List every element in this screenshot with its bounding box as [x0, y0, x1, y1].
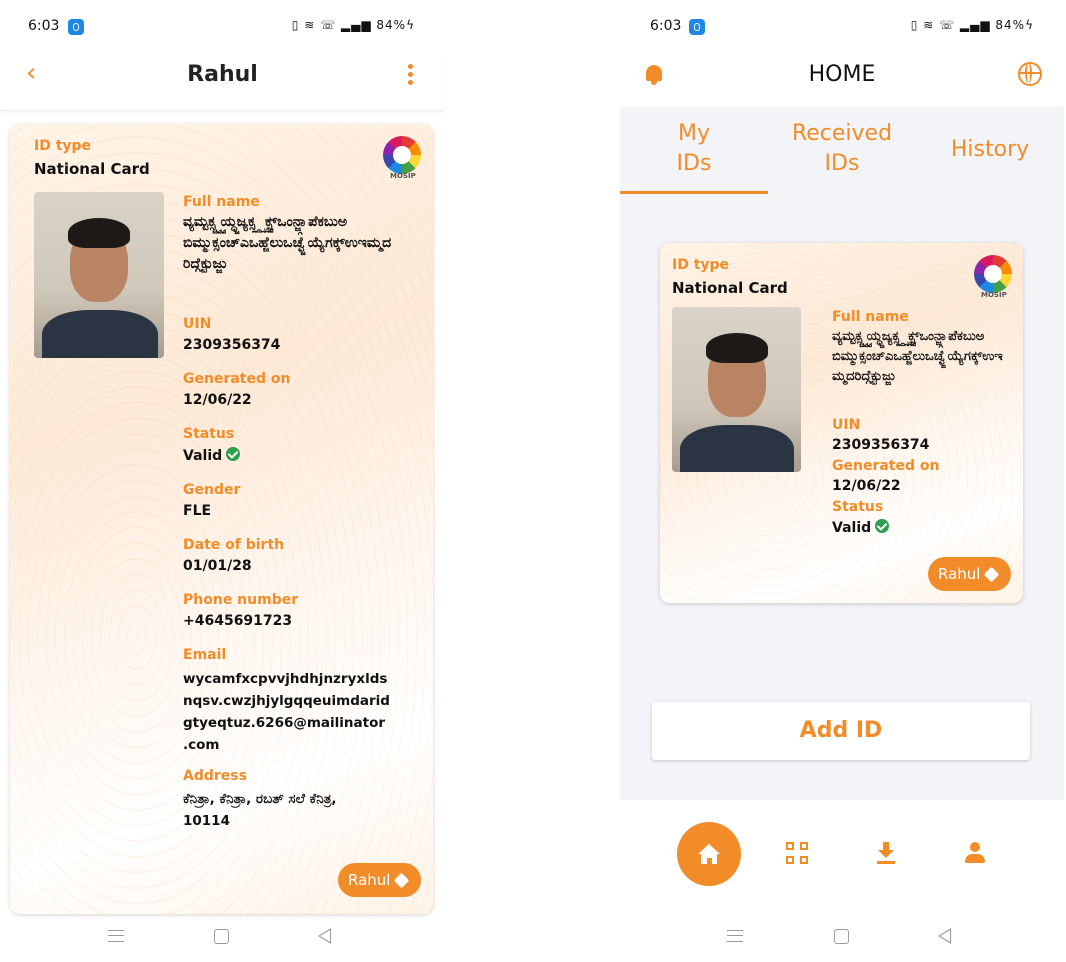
- card-tag-button[interactable]: Rahul: [338, 863, 421, 897]
- qr-scan-icon[interactable]: [786, 842, 810, 866]
- more-options-icon[interactable]: [407, 64, 415, 86]
- phone-label: Phone number: [183, 592, 299, 608]
- full-name-value: ವ್ಯಮ್ಟಕ್ಸ್ಚ್ವ್ವಯ್ಧ್ಜಜ್ಯಕ್ಸ್ಲ್ದ್ಸ್ಸ್ವಕ್ಸ್…: [183, 214, 392, 272]
- uin-value: 2309356374: [832, 437, 930, 453]
- id-card-detail: ID type National Card MOSIP Full name ವ್…: [10, 124, 433, 914]
- generated-on-label: Generated on: [183, 371, 291, 387]
- id-card[interactable]: ID type National Card MOSIP Full name ವ್…: [660, 243, 1023, 603]
- add-id-button[interactable]: Add ID: [652, 702, 1030, 760]
- home-system-icon[interactable]: [214, 929, 229, 944]
- dob-value: 01/01/28: [183, 558, 252, 574]
- active-tab-indicator: [620, 191, 768, 194]
- id-detail-screen: 6:03 ▯ ≋ ☏ ▂▄▆ 84%ϟ ‹ Rahul ID type Nati…: [0, 0, 445, 962]
- battery-level: 84%: [995, 18, 1026, 32]
- phone-value: +4645691723: [183, 613, 293, 629]
- detail-header: ‹ Rahul: [0, 52, 445, 111]
- status-label: Status: [183, 426, 235, 442]
- verified-check-icon: [226, 447, 241, 461]
- download-icon[interactable]: [876, 842, 896, 866]
- id-type-label: ID type: [672, 257, 730, 273]
- gender-value: FLE: [183, 503, 212, 519]
- tag-icon: [984, 566, 1000, 583]
- dob-label: Date of birth: [183, 537, 285, 553]
- profile-photo: [672, 307, 801, 472]
- back-system-icon[interactable]: [318, 928, 331, 944]
- full-name-label: Full name: [183, 194, 260, 210]
- status-bar: 6:03 ▯ ≋ ☏ ▂▄▆ 84%ϟ: [0, 14, 445, 42]
- id-type-value: National Card: [34, 160, 150, 178]
- globe-icon[interactable]: [1018, 62, 1042, 86]
- battery-level: 84%: [376, 18, 407, 32]
- email-value: wycamfxcpvvjhdhjnzryxlds nqsv.cwzjhjylgq…: [183, 671, 390, 753]
- mosip-logo: [974, 255, 1012, 293]
- address-label: Address: [183, 768, 247, 784]
- status-bar: 6:03 ▯ ≋ ☏ ▂▄▆ 84%ϟ: [620, 14, 1064, 42]
- app-notification-icon: [68, 19, 84, 35]
- system-indicators: ▯ ≋ ☏ ▂▄▆ 84%ϟ: [291, 18, 415, 32]
- mosip-logo: [383, 136, 421, 174]
- status-time: 6:03: [28, 18, 60, 34]
- tab-my-ids[interactable]: My IDs: [620, 119, 768, 179]
- full-name-label: Full name: [832, 309, 909, 325]
- id-type-value: National Card: [672, 279, 788, 297]
- app-notification-icon: [689, 19, 705, 35]
- generated-on-value: 12/06/22: [832, 478, 901, 494]
- full-name-value: ವ್ಯಮ್ಟಕ್ಸ್ಚ್ವ್ವಯ್ಧ್ಜಜ್ಯಕ್ಸ್ಲ್ದ್ಸ್ಸ್ವಕ್ಸ್…: [832, 329, 1003, 384]
- home-screen: 6:03 ▯ ≋ ☏ ▂▄▆ 84%ϟ HOME My IDs Received I…: [620, 0, 1064, 962]
- email-label: Email: [183, 647, 227, 663]
- generated-on-value: 12/06/22: [183, 392, 252, 408]
- tab-history[interactable]: History: [916, 135, 1064, 165]
- address-value: ಕೆನಿತ್ರಾ, ಕೆನಿತ್ರಾ, ರಬತ್ ಸಲೆ ಕೆನಿತ್ರ, 10…: [183, 791, 337, 829]
- status-label: Status: [832, 499, 884, 515]
- uin-value: 2309356374: [183, 337, 281, 353]
- recent-apps-icon[interactable]: [108, 930, 124, 942]
- page-title: Rahul: [187, 62, 258, 87]
- gender-label: Gender: [183, 482, 241, 498]
- card-tag-button[interactable]: Rahul: [928, 557, 1011, 591]
- system-indicators: ▯ ≋ ☏ ▂▄▆ 84%ϟ: [910, 18, 1034, 32]
- logo-text: MOSIP: [981, 291, 1007, 299]
- tag-icon: [394, 872, 410, 889]
- home-header: HOME: [620, 52, 1064, 107]
- verified-check-icon: [875, 519, 890, 533]
- uin-label: UIN: [832, 417, 861, 433]
- home-system-icon[interactable]: [834, 929, 849, 944]
- status-value: Valid: [832, 520, 872, 536]
- back-system-icon[interactable]: [938, 928, 951, 944]
- system-nav-bar: [620, 906, 1064, 962]
- logo-text: MOSIP: [390, 172, 416, 180]
- page-title: HOME: [808, 62, 876, 87]
- bottom-nav: [620, 800, 1064, 900]
- recent-apps-icon[interactable]: [727, 930, 743, 942]
- status-time: 6:03: [650, 18, 682, 34]
- tab-received-ids[interactable]: Received IDs: [768, 119, 916, 179]
- system-nav-bar: [0, 906, 445, 962]
- status-value: Valid: [183, 448, 223, 464]
- tab-bar: My IDs Received IDs History: [620, 107, 1064, 195]
- generated-on-label: Generated on: [832, 458, 940, 474]
- profile-icon[interactable]: [964, 842, 986, 864]
- uin-label: UIN: [183, 316, 212, 332]
- home-body: My IDs Received IDs History ID type Nation…: [620, 107, 1064, 800]
- profile-photo: [34, 192, 164, 358]
- home-icon[interactable]: [677, 822, 741, 886]
- id-type-label: ID type: [34, 138, 92, 154]
